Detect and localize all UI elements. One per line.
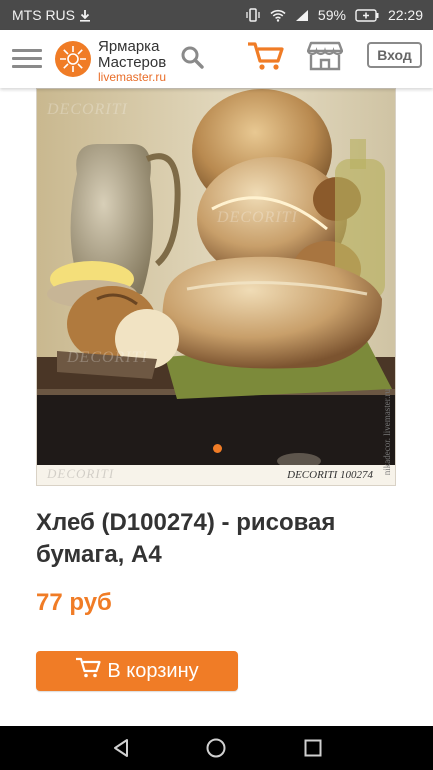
wifi-icon: [270, 9, 286, 22]
add-to-cart-label: В корзину: [107, 659, 199, 682]
download-icon: [79, 9, 91, 22]
image-side-watermark: nikadecor. livemaster.ru: [382, 389, 392, 476]
image-watermark: DECORITI: [217, 209, 298, 226]
product-title: Хлеб (D100274) - рисовая бумага, А4: [36, 509, 336, 568]
battery-percent: 59%: [317, 7, 346, 23]
login-button[interactable]: Вход: [367, 42, 422, 68]
logo-domain: livemaster.ru: [98, 69, 167, 84]
add-to-cart-button[interactable]: В корзину: [36, 651, 238, 691]
carousel-dot-active[interactable]: [213, 444, 222, 453]
signal-icon: [295, 9, 309, 22]
home-icon[interactable]: [205, 737, 227, 764]
hamburger-icon[interactable]: [12, 44, 42, 72]
vibrate-icon: [245, 8, 261, 22]
cart-icon: [75, 657, 101, 685]
recents-icon[interactable]: [302, 737, 324, 764]
battery-icon: [355, 8, 379, 22]
shop-icon[interactable]: [306, 41, 344, 76]
app-header: Ярмарка Мастеров livemaster.ru Вход: [0, 30, 433, 88]
product-photo: [37, 89, 395, 485]
image-watermark: DECORITI: [47, 101, 128, 118]
logo[interactable]: Ярмарка Мастеров livemaster.ru: [54, 39, 166, 83]
back-icon[interactable]: [110, 737, 132, 764]
logo-line-2: Мастеров: [98, 53, 167, 71]
carrier-name: MTS RUS: [12, 7, 75, 23]
logo-sun-icon: [54, 40, 92, 83]
image-caption-strip: DECORITI DECORITI 100274: [37, 465, 395, 485]
clock: 22:29: [387, 7, 423, 23]
product-price: 77 руб: [36, 589, 112, 616]
status-bar: MTS RUS 59% 22:29: [0, 0, 433, 30]
cart-icon[interactable]: [247, 41, 285, 76]
product-image-carousel[interactable]: DECORITI DECORITI DECORITI DECORITI DECO…: [36, 88, 396, 486]
image-watermark: DECORITI: [47, 466, 115, 481]
image-watermark: DECORITI: [67, 349, 148, 366]
system-nav-bar: [0, 726, 433, 770]
image-caption: DECORITI 100274: [287, 469, 373, 481]
logo-line-1: Ярмарка: [98, 38, 160, 55]
search-icon[interactable]: [180, 45, 204, 74]
